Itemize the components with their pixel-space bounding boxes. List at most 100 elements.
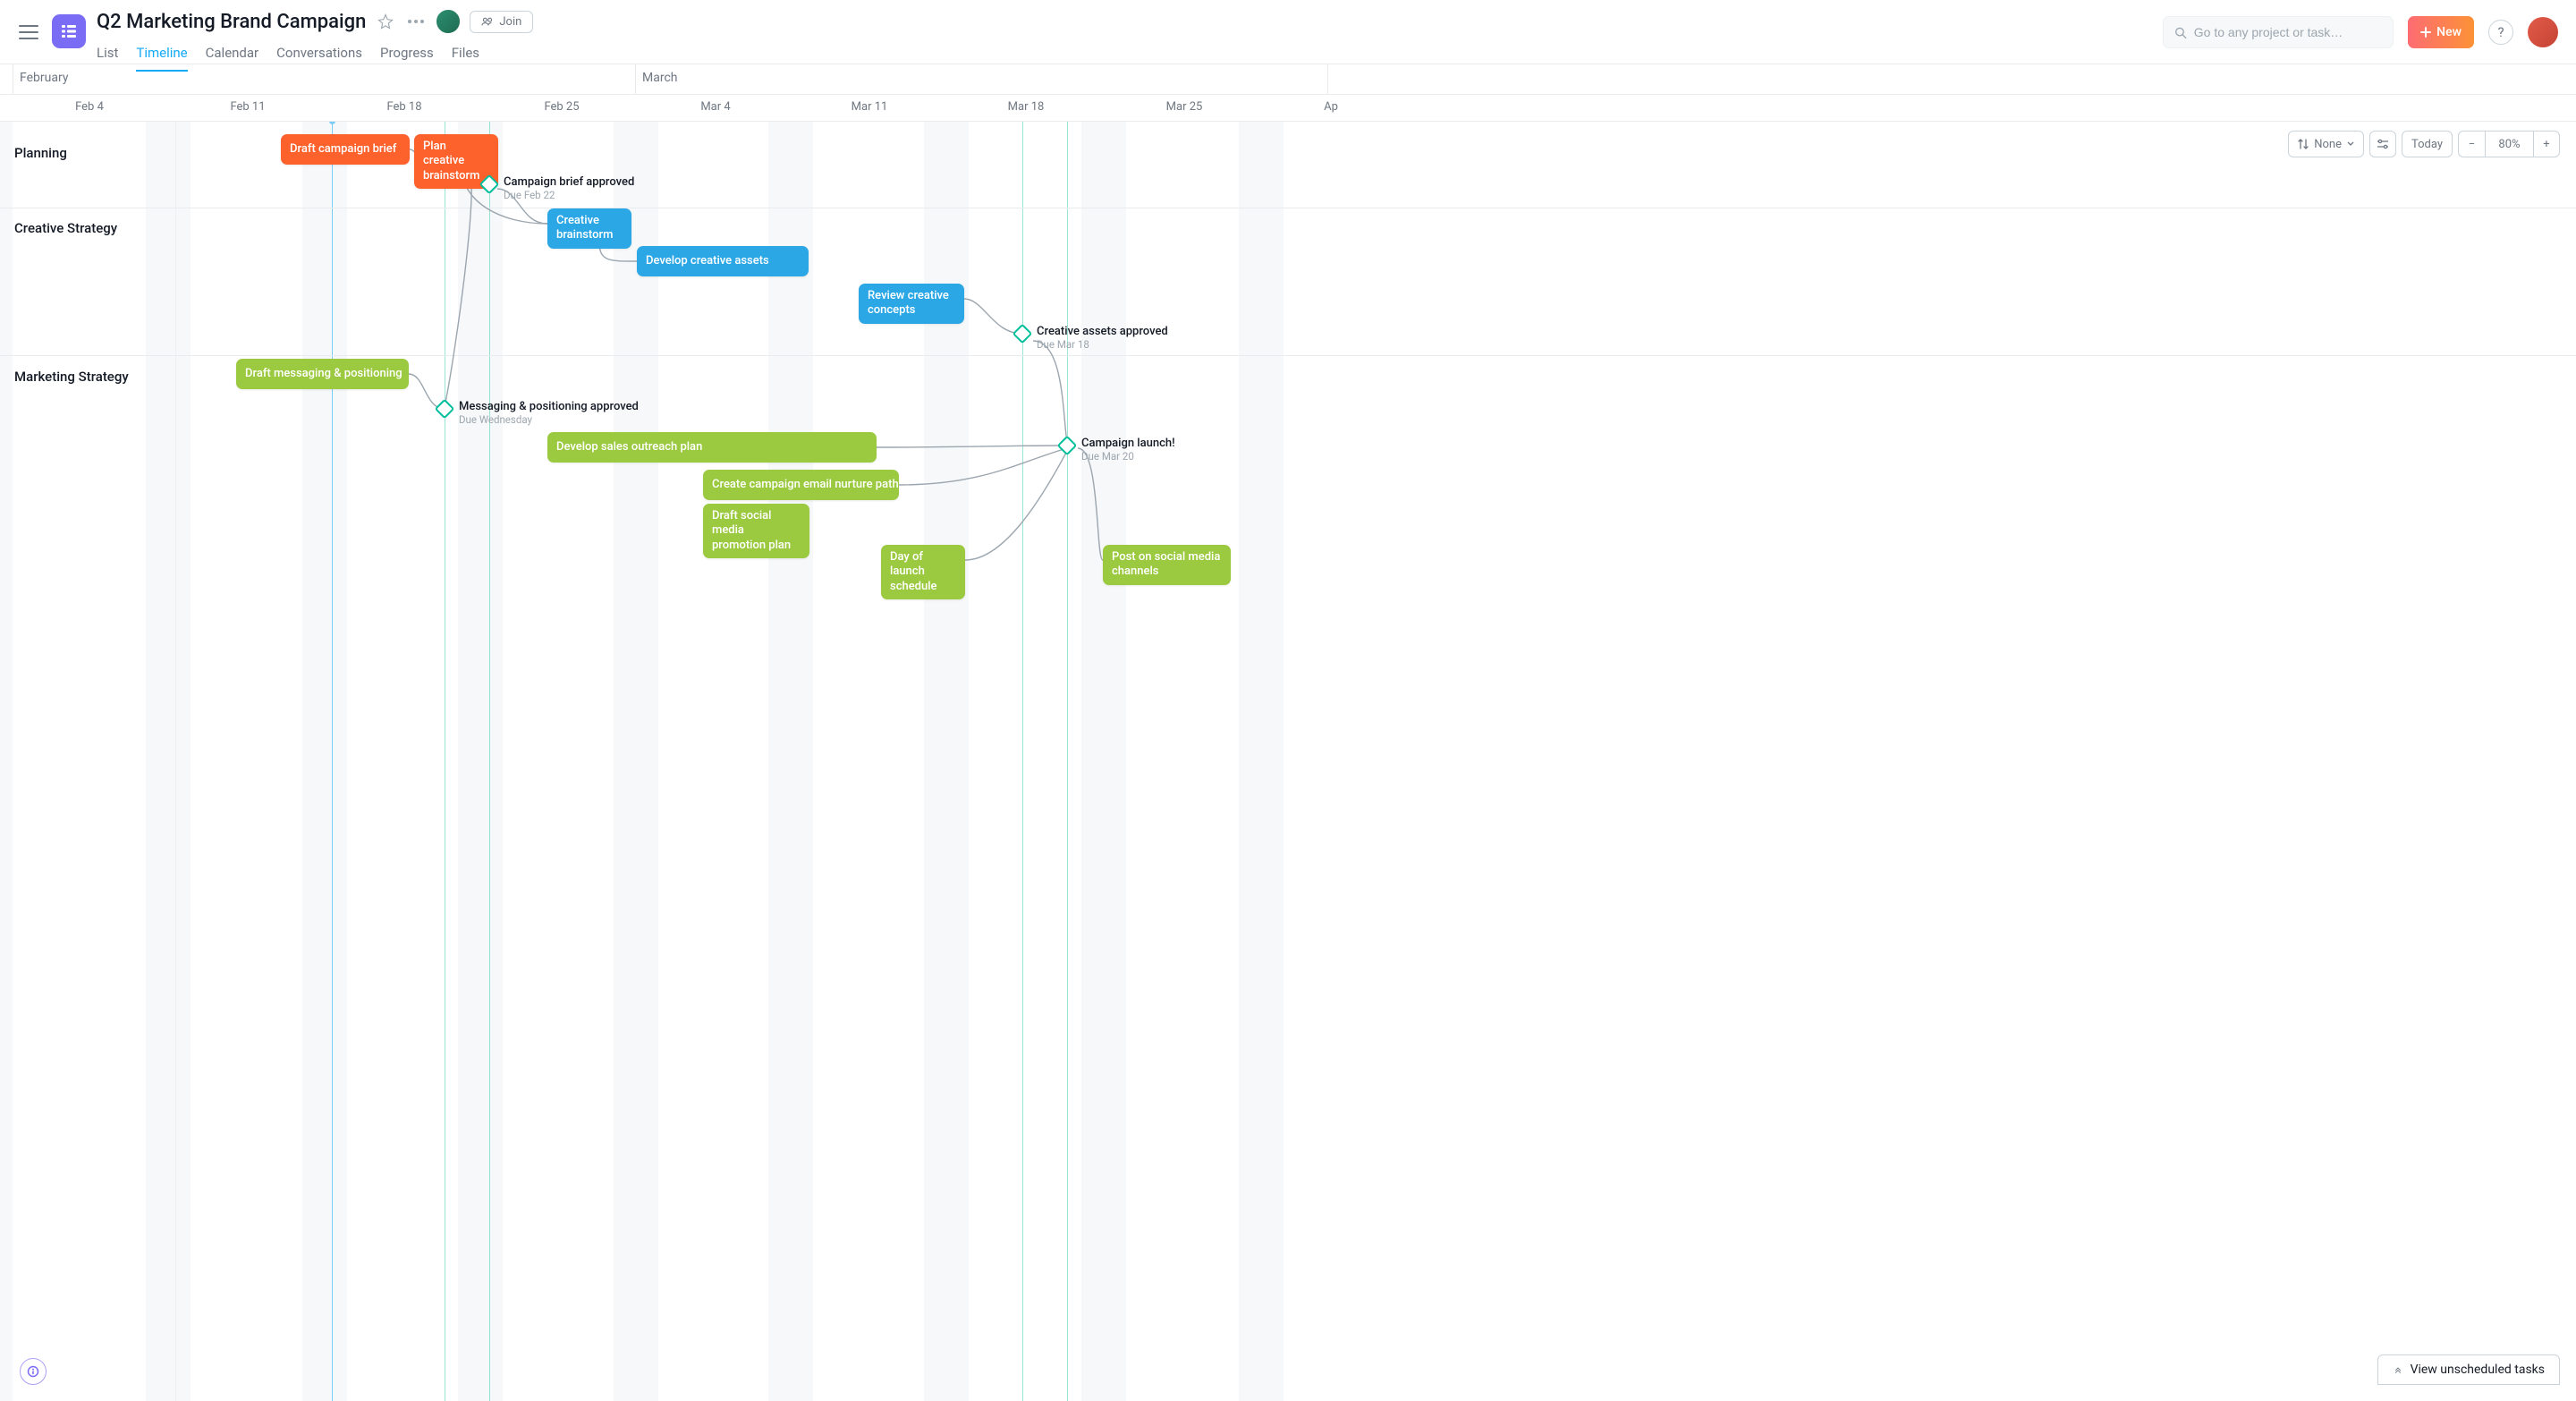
plus-icon: + [2543,138,2549,151]
task-post-social-channels[interactable]: Post on social media channels [1103,545,1231,585]
task-draft-social-media-plan[interactable]: Draft social media promotion plan [703,504,809,558]
new-button[interactable]: New [2408,16,2474,48]
task-creative-brainstorm[interactable]: Creative brainstorm [547,208,631,249]
diamond-icon [479,174,500,195]
week-label: Feb 18 [386,100,421,114]
milestone-campaign-brief-approved[interactable]: Campaign brief approvedDue Feb 22 [482,175,634,201]
more-actions-button[interactable] [405,11,427,32]
task-label: Draft campaign brief [290,142,396,157]
dots-icon [408,19,424,24]
task-draft-campaign-brief[interactable]: Draft campaign brief [281,134,410,165]
search-input[interactable] [2194,25,2382,39]
week-label: Feb 11 [230,100,265,114]
milestone-creative-assets-approved[interactable]: Creative assets approvedDue Mar 18 [1015,325,1168,351]
plus-icon [2420,27,2431,38]
task-label: Draft messaging & positioning [245,367,402,381]
task-label: Develop sales outreach plan [556,440,702,454]
topbar: Q2 Marketing Brand Campaign Join List Ti… [0,0,2576,64]
timeline-body[interactable]: None Today − 80% + Planning Creative Str… [0,122,2576,1401]
chevrons-up-icon [2393,1366,2403,1373]
task-label: Draft social media promotion plan [712,509,791,552]
task-label: Develop creative assets [646,254,769,268]
milestone-label: Creative assets approved [1037,325,1168,338]
people-icon [481,16,494,27]
week-label: Ap [1324,100,1338,114]
month-label: March [642,71,678,85]
project-icon[interactable] [52,14,86,48]
project-title: Q2 Marketing Brand Campaign [97,11,366,33]
sort-label: None [2314,138,2342,151]
filter-button[interactable] [2369,131,2396,157]
task-label: Day of launch schedule [890,550,937,593]
milestone-due: Due Wednesday [459,413,639,426]
task-draft-messaging-positioning[interactable]: Draft messaging & positioning [236,359,409,389]
milestone-due: Due Mar 20 [1081,450,1175,463]
unscheduled-label: View unscheduled tasks [2411,1363,2545,1377]
task-label: Plan creative brainstorm [423,140,479,183]
today-label: Today [2411,138,2443,151]
info-icon [27,1365,39,1378]
week-label: Mar 18 [1008,100,1045,114]
minus-icon: − [2469,138,2475,151]
milestone-messaging-approved[interactable]: Messaging & positioning approvedDue Wedn… [437,400,639,426]
help-button[interactable]: ? [2488,20,2513,45]
timeline-grid [0,122,2576,1401]
user-avatar[interactable] [2528,17,2558,47]
zoom-label: 80% [2498,138,2520,151]
sort-icon [2298,139,2309,149]
sort-button[interactable]: None [2288,131,2364,157]
list-icon [60,22,78,40]
menu-toggle[interactable] [11,14,47,50]
new-label: New [2436,25,2462,39]
help-icon: ? [2497,24,2504,40]
favorite-button[interactable] [375,11,396,32]
join-button[interactable]: Join [470,11,533,33]
section-header-creative[interactable]: Creative Strategy [14,220,117,236]
join-label: Join [499,15,521,29]
task-develop-creative-assets[interactable]: Develop creative assets [637,246,809,276]
week-label: Mar 4 [700,100,730,114]
milestone-due: Due Mar 18 [1037,338,1168,351]
milestone-due: Due Feb 22 [504,189,634,201]
month-label: February [20,71,68,85]
chevron-down-icon [2347,141,2354,147]
diamond-icon [1013,324,1033,344]
sliders-icon [2377,139,2389,149]
milestone-label: Campaign launch! [1081,437,1175,450]
star-icon [377,13,394,30]
search-box[interactable] [2163,16,2394,48]
zoom-group: − 80% + [2458,131,2560,157]
week-label: Mar 25 [1166,100,1203,114]
zoom-level[interactable]: 80% [2485,131,2533,157]
member-avatar[interactable] [436,9,461,34]
task-review-creative-concepts[interactable]: Review creative concepts [859,284,964,324]
diamond-icon [1057,436,1078,456]
task-develop-sales-outreach[interactable]: Develop sales outreach plan [547,432,877,463]
today-marker [332,122,333,1401]
task-label: Creative brainstorm [556,214,613,242]
zoom-out-button[interactable]: − [2458,131,2485,157]
task-create-email-nurture[interactable]: Create campaign email nurture path [703,470,899,500]
month-header: February March [0,64,2576,95]
search-icon [2174,26,2187,39]
task-day-of-launch-schedule[interactable]: Day of launch schedule [881,545,965,599]
task-label: Review creative concepts [868,289,949,317]
week-label: Mar 11 [852,100,888,114]
week-label: Feb 25 [544,100,579,114]
zoom-in-button[interactable]: + [2533,131,2560,157]
diamond-icon [435,399,455,420]
section-header-planning[interactable]: Planning [14,145,67,161]
task-label: Create campaign email nurture path [712,478,899,492]
section-header-marketing[interactable]: Marketing Strategy [14,369,129,385]
milestone-label: Messaging & positioning approved [459,400,639,413]
info-bubble[interactable] [20,1358,47,1385]
milestone-campaign-launch[interactable]: Campaign launch!Due Mar 20 [1060,437,1175,463]
milestone-label: Campaign brief approved [504,175,634,189]
view-unscheduled-button[interactable]: View unscheduled tasks [2377,1354,2560,1385]
week-label: Feb 4 [75,100,104,114]
task-label: Post on social media channels [1112,550,1220,578]
week-header: Feb 4 Feb 11 Feb 18 Feb 25 Mar 4 Mar 11 … [0,95,2576,122]
hamburger-icon [19,24,38,40]
timeline-toolbar: None Today − 80% + [2288,131,2560,157]
today-button[interactable]: Today [2402,131,2453,157]
